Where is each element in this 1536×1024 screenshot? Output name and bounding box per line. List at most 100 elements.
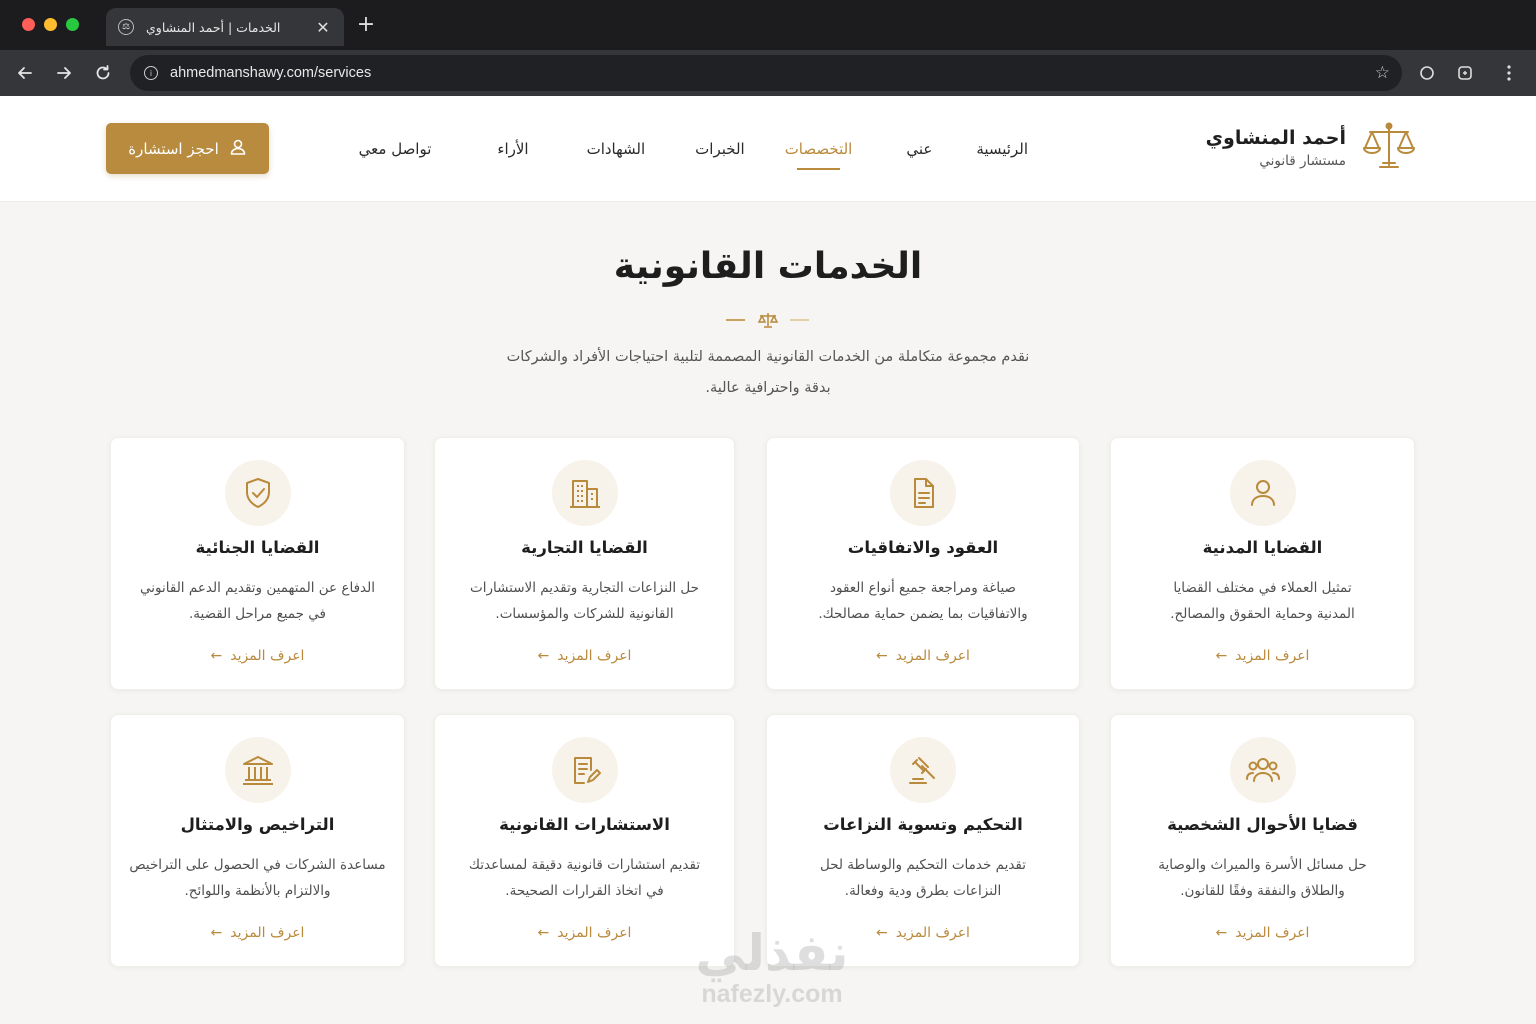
tab-bar: ⚖ الخدمات | أحمد المنشاوي ✕ + bbox=[0, 0, 1536, 50]
forward-icon[interactable] bbox=[51, 60, 77, 86]
tab-title: الخدمات | أحمد المنشاوي bbox=[146, 19, 281, 35]
card-title: قضايا الأحوال الشخصية bbox=[1167, 815, 1358, 834]
nav-item-about[interactable]: عني bbox=[906, 140, 932, 158]
card-description-line-2: القانونية للشركات والمؤسسات. bbox=[495, 606, 674, 622]
card-description: مساعدة الشركات في الحصول على التراخيص وا… bbox=[129, 852, 386, 904]
card-description: صياغة ومراجعة جميع أنواع العقود والاتفاق… bbox=[785, 575, 1061, 627]
service-card-civil[interactable]: القضايا المدنية تمثيل العملاء في مختلف ا… bbox=[1110, 437, 1415, 690]
nav-item-specialties[interactable]: التخصصات bbox=[784, 140, 853, 170]
brand-subtitle: مستشار قانوني bbox=[1259, 153, 1346, 169]
service-card-personal-status[interactable]: قضايا الأحوال الشخصية حل مسائل الأسرة وا… bbox=[1110, 714, 1415, 967]
nav-item-home[interactable]: الرئيسية bbox=[976, 140, 1028, 158]
learn-more-label: اعرف المزيد bbox=[895, 648, 970, 664]
browser-window: ⚖ الخدمات | أحمد المنشاوي ✕ + i ahmedman… bbox=[0, 0, 1536, 1024]
card-description-line-1: تقديم خدمات التحكيم والوساطة لحل bbox=[819, 857, 1027, 873]
learn-more-link[interactable]: اعرف المزيد ← bbox=[1111, 648, 1414, 664]
document-icon bbox=[890, 460, 956, 526]
card-description-line-2: المدنية وحماية الحقوق والمصالح. bbox=[1170, 606, 1355, 622]
learn-more-label: اعرف المزيد bbox=[230, 925, 305, 941]
browser-toolbar: i ahmedmanshawy.com/services ☆ bbox=[0, 50, 1536, 96]
bookmark-star-icon[interactable]: ☆ bbox=[1375, 63, 1390, 83]
card-description: الدفاع عن المتهمين وتقديم الدعم القانوني… bbox=[129, 575, 386, 627]
minimize-window-button[interactable] bbox=[44, 18, 57, 31]
favicon-icon: ⚖ bbox=[118, 19, 134, 35]
brand-name: أحمد المنشاوي bbox=[1205, 127, 1346, 149]
family-icon bbox=[1229, 737, 1296, 803]
card-description-line-1: مساعدة الشركات في الحصول على التراخيص bbox=[129, 857, 386, 873]
site-header: أحمد المنشاوي مستشار قانوني الرئيسية عني… bbox=[0, 96, 1536, 202]
shield-check-icon bbox=[224, 460, 291, 526]
section-description-line-2: بدقة واحترافية عالية. bbox=[705, 380, 831, 396]
arrow-left-icon: ← bbox=[1215, 648, 1228, 664]
page-viewport: أحمد المنشاوي مستشار قانوني الرئيسية عني… bbox=[0, 96, 1536, 1024]
section-description-line-1: نقدم مجموعة متكاملة من الخدمات القانونية… bbox=[506, 349, 1030, 365]
nav-item-specialties-label: التخصصات bbox=[784, 140, 853, 158]
card-description-line-1: حل النزاعات التجارية وتقديم الاستشارات bbox=[470, 580, 699, 596]
learn-more-link[interactable]: اعرف المزيد ← bbox=[435, 648, 734, 664]
card-description-line-1: الدفاع عن المتهمين وتقديم الدعم القانوني bbox=[140, 580, 375, 596]
learn-more-link[interactable]: اعرف المزيد ← bbox=[111, 925, 404, 941]
arrow-left-icon: ← bbox=[210, 648, 223, 664]
address-bar[interactable]: i ahmedmanshawy.com/services ☆ bbox=[130, 55, 1402, 91]
learn-more-label: اعرف المزيد bbox=[557, 648, 632, 664]
new-tab-button[interactable]: + bbox=[354, 12, 378, 38]
reload-icon[interactable] bbox=[90, 60, 116, 86]
institution-icon bbox=[224, 737, 291, 803]
nav-item-reviews[interactable]: الأراء bbox=[497, 140, 528, 158]
learn-more-link[interactable]: اعرف المزيد ← bbox=[767, 648, 1079, 664]
nav-item-contact[interactable]: تواصل معي bbox=[359, 140, 432, 158]
extension-circle-icon[interactable] bbox=[1416, 62, 1438, 84]
url-text: ahmedmanshawy.com/services bbox=[170, 65, 372, 81]
arrow-left-icon: ← bbox=[537, 648, 550, 664]
card-description: حل النزاعات التجارية وتقديم الاستشارات ا… bbox=[453, 575, 716, 627]
arrow-left-icon: ← bbox=[210, 925, 223, 941]
service-card-criminal[interactable]: القضايا الجنائية الدفاع عن المتهمين وتقد… bbox=[110, 437, 405, 690]
card-description-line-1: تمثيل العملاء في مختلف القضايا bbox=[1173, 580, 1352, 596]
book-consultation-button[interactable]: احجز استشارة bbox=[106, 123, 269, 174]
card-title: العقود والاتفاقيات bbox=[847, 538, 999, 557]
site-info-icon[interactable]: i bbox=[144, 66, 158, 80]
close-tab-icon[interactable]: ✕ bbox=[314, 18, 332, 37]
card-description-line-2: والطلاق والنفقة وفقًا للقانون. bbox=[1180, 883, 1345, 899]
learn-more-label: اعرف المزيد bbox=[557, 925, 632, 941]
service-card-contracts[interactable]: العقود والاتفاقيات صياغة ومراجعة جميع أن… bbox=[766, 437, 1080, 690]
nav-item-experience[interactable]: الخبرات bbox=[695, 140, 745, 158]
card-description-line-2: النزاعات بطرق ودية وفعالة. bbox=[844, 883, 1002, 899]
card-title: الاستشارات القانونية bbox=[499, 815, 670, 834]
zoom-window-button[interactable] bbox=[66, 18, 79, 31]
arrow-left-icon: ← bbox=[1215, 925, 1228, 941]
service-card-commercial[interactable]: القضايا التجارية حل النزاعات التجارية وت… bbox=[434, 437, 735, 690]
back-icon[interactable] bbox=[12, 60, 38, 86]
learn-more-link[interactable]: اعرف المزيد ← bbox=[1111, 925, 1414, 941]
service-card-licensing[interactable]: التراخيص والامتثال مساعدة الشركات في الح… bbox=[110, 714, 405, 967]
active-nav-indicator bbox=[796, 168, 841, 170]
person-icon bbox=[1229, 460, 1296, 526]
section-title: الخدمات القانونية bbox=[613, 246, 923, 287]
card-description-line-1: تقديم استشارات قانونية دقيقة لمساعدتك bbox=[468, 857, 701, 873]
card-description: تقديم استشارات قانونية دقيقة لمساعدتك في… bbox=[453, 852, 716, 904]
card-description-line-2: والالتزام بالأنظمة واللوائح. bbox=[184, 883, 331, 899]
browser-tab-active[interactable]: ⚖ الخدمات | أحمد المنشاوي ✕ bbox=[106, 8, 344, 46]
card-description-line-1: حل مسائل الأسرة والميراث والوصاية bbox=[1158, 857, 1367, 873]
edit-document-icon bbox=[551, 737, 618, 803]
learn-more-label: اعرف المزيد bbox=[1235, 925, 1310, 941]
card-description-line-2: والاتفاقيات بما يضمن حماية مصالحك. bbox=[818, 606, 1028, 622]
learn-more-label: اعرف المزيد bbox=[230, 648, 305, 664]
card-title: التراخيص والامتثال bbox=[180, 815, 335, 834]
arrow-left-icon: ← bbox=[876, 925, 888, 941]
watermark-arabic: نفذلي bbox=[695, 924, 849, 982]
close-window-button[interactable] bbox=[22, 18, 35, 31]
card-description: تقديم خدمات التحكيم والوساطة لحل النزاعا… bbox=[785, 852, 1061, 904]
watermark: نفذلي nafezly.com bbox=[672, 926, 872, 1009]
arrow-left-icon: ← bbox=[876, 648, 888, 664]
card-title: القضايا الجنائية bbox=[195, 538, 320, 557]
card-description-line-1: صياغة ومراجعة جميع أنواع العقود bbox=[829, 580, 1017, 596]
nav-item-certificates[interactable]: الشهادات bbox=[587, 140, 646, 158]
brand[interactable]: أحمد المنشاوي مستشار قانوني bbox=[1206, 120, 1418, 176]
gavel-icon bbox=[890, 737, 956, 803]
learn-more-link[interactable]: اعرف المزيد ← bbox=[111, 648, 404, 664]
book-consultation-label: احجز استشارة bbox=[128, 139, 219, 158]
card-title: التحكيم وتسوية النزاعات bbox=[823, 815, 1023, 834]
browser-menu-icon[interactable] bbox=[1498, 62, 1520, 84]
extensions-puzzle-icon[interactable] bbox=[1454, 62, 1476, 84]
